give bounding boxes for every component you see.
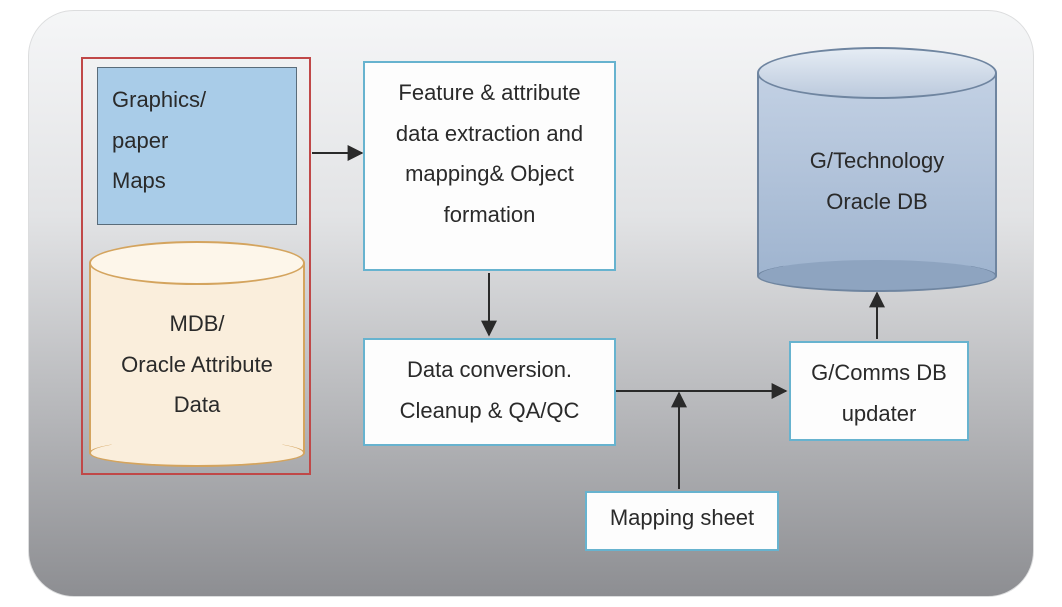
node-text: Feature & attribute <box>373 73 606 114</box>
node-text: MDB/ <box>91 304 303 345</box>
node-text: Mapping sheet <box>595 503 769 534</box>
node-data-conversion: Data conversion. Cleanup & QA/QC <box>363 338 616 446</box>
node-text: updater <box>799 394 959 435</box>
node-text: Cleanup & QA/QC <box>373 391 606 432</box>
node-text: Data conversion. <box>373 350 606 391</box>
node-feature-extraction: Feature & attribute data extraction and … <box>363 61 616 271</box>
node-gcomms-db-updater: G/Comms DB updater <box>789 341 969 441</box>
node-text: data extraction and <box>373 114 606 155</box>
node-gtechnology-oracle-db-cylinder: G/Technology Oracle DB <box>757 47 997 292</box>
node-text: mapping& Object <box>373 154 606 195</box>
node-text: Oracle Attribute <box>91 345 303 386</box>
diagram-frame: Graphics/ paper Maps MDB/ Oracle Attribu… <box>28 10 1034 597</box>
node-text: Graphics/ <box>112 80 282 121</box>
node-text: G/Comms DB <box>799 353 959 394</box>
node-mdb-oracle-cylinder: MDB/ Oracle Attribute Data <box>89 241 305 467</box>
node-text: Maps <box>112 161 282 202</box>
node-text: G/Technology <box>759 141 995 182</box>
node-text: formation <box>373 195 606 236</box>
node-graphics-paper-maps: Graphics/ paper Maps <box>97 67 297 225</box>
node-text: paper <box>112 121 282 162</box>
node-text: Data <box>91 385 303 426</box>
node-text: Oracle DB <box>759 182 995 223</box>
node-mapping-sheet: Mapping sheet <box>585 491 779 551</box>
